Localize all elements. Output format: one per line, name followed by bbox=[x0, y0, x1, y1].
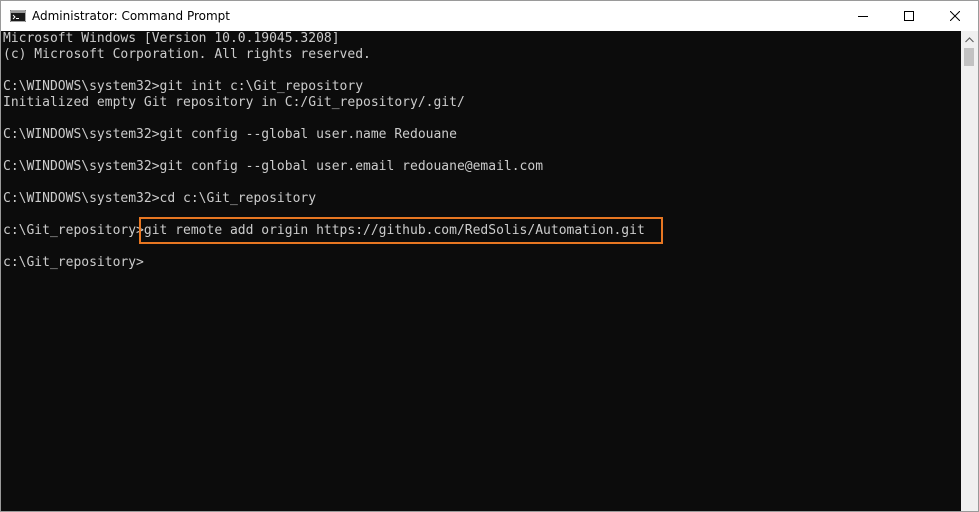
minimize-icon bbox=[858, 16, 868, 17]
maximize-icon bbox=[904, 11, 914, 21]
console-line: C:\WINDOWS\system32>git config --global … bbox=[3, 127, 457, 142]
console-line: C:\WINDOWS\system32>cd c:\Git_repository bbox=[3, 191, 317, 206]
console-line: C:\WINDOWS\system32>git config --global … bbox=[3, 159, 544, 174]
console-line: Initialized empty Git repository in C:/G… bbox=[3, 95, 465, 110]
close-button[interactable] bbox=[932, 1, 978, 31]
scroll-thumb[interactable] bbox=[964, 48, 974, 66]
console-line: Microsoft Windows [Version 10.0.19045.32… bbox=[3, 31, 340, 46]
console-line: c:\Git_repository> bbox=[3, 255, 144, 270]
window-title: Administrator: Command Prompt bbox=[32, 9, 230, 23]
console-output[interactable]: Microsoft Windows [Version 10.0.19045.32… bbox=[1, 31, 961, 511]
chevron-up-icon bbox=[965, 36, 974, 42]
command-highlight-box bbox=[139, 217, 663, 244]
scroll-up-button[interactable] bbox=[961, 31, 978, 48]
close-icon bbox=[950, 11, 960, 21]
cmd-icon bbox=[10, 10, 26, 22]
vertical-scrollbar[interactable] bbox=[961, 31, 978, 511]
command-prompt-window: Administrator: Command Prompt Microsoft … bbox=[0, 0, 979, 512]
console-line: (c) Microsoft Corporation. All rights re… bbox=[3, 47, 371, 62]
minimize-button[interactable] bbox=[840, 1, 886, 31]
window-controls bbox=[840, 1, 978, 31]
console-line: C:\WINDOWS\system32>git init c:\Git_repo… bbox=[3, 79, 364, 94]
title-bar[interactable]: Administrator: Command Prompt bbox=[1, 1, 978, 31]
maximize-button[interactable] bbox=[886, 1, 932, 31]
